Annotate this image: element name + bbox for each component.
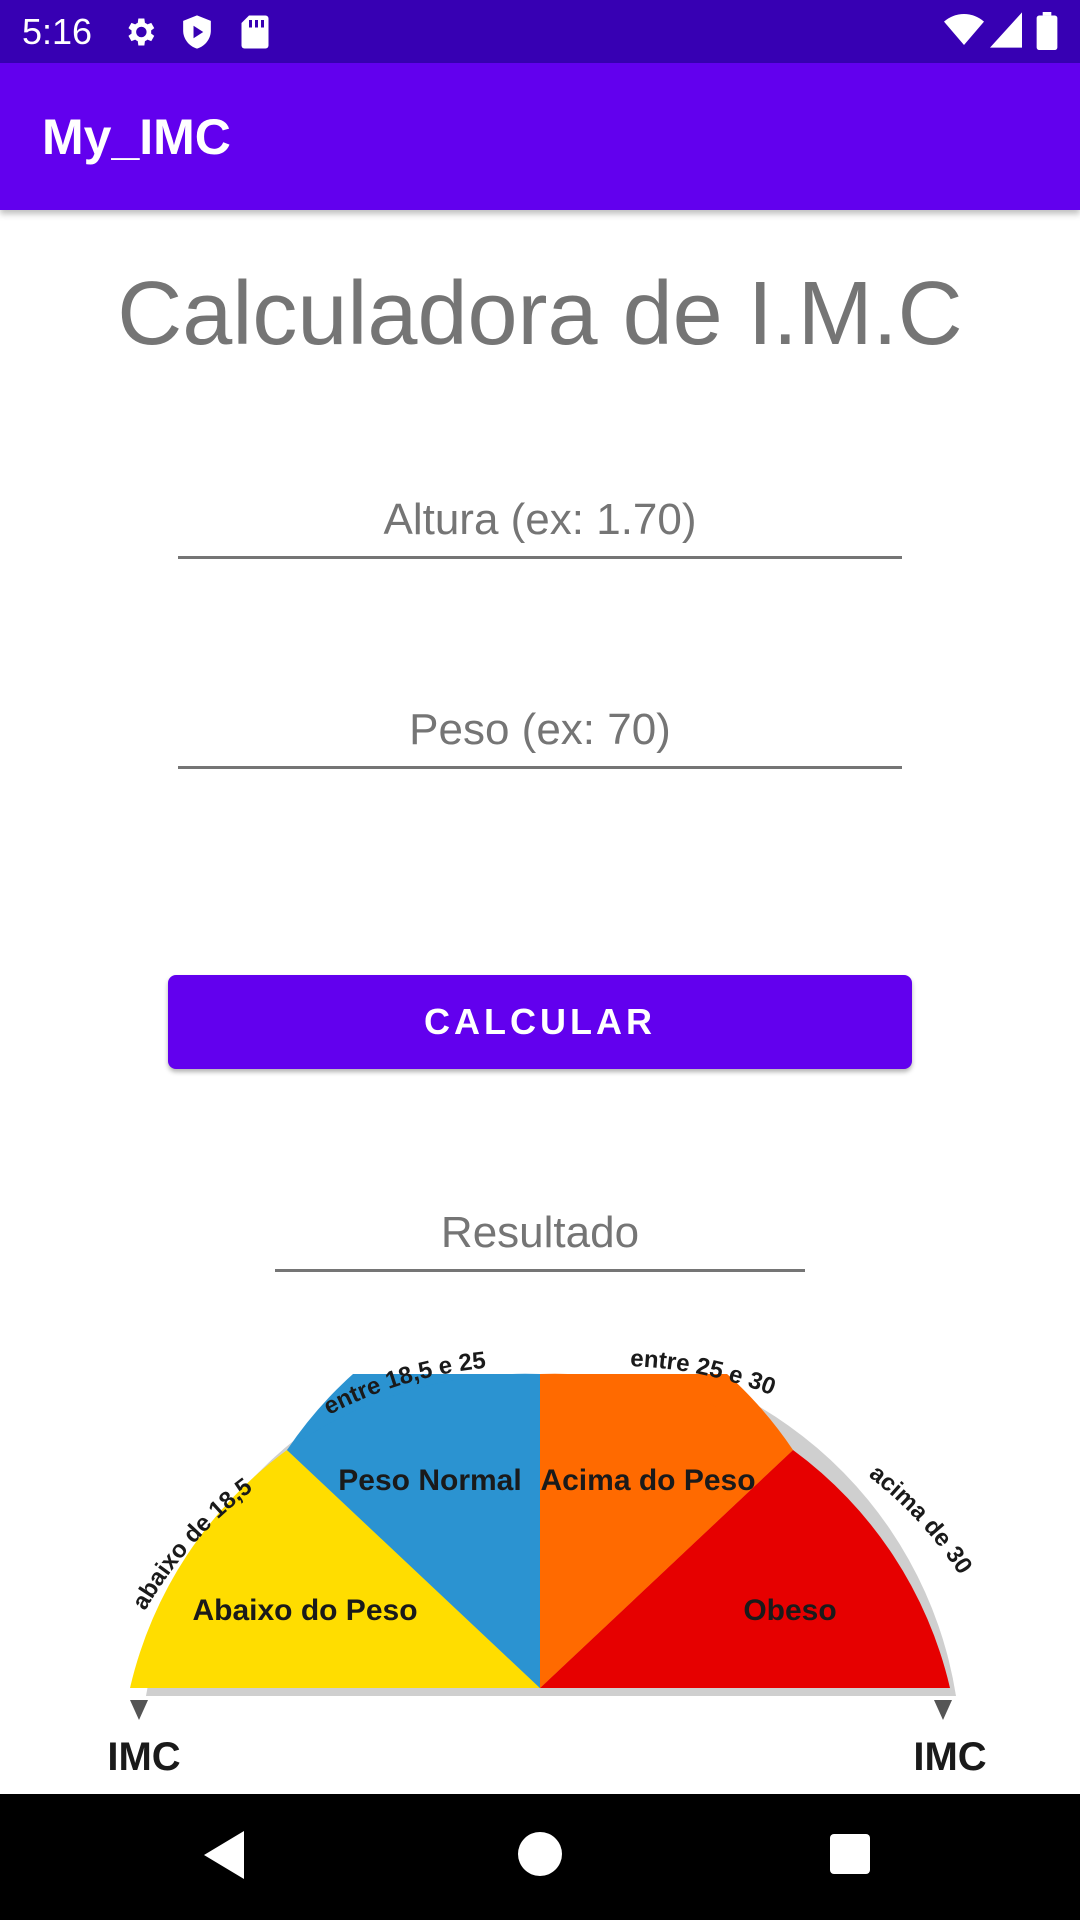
gauge-label-obeso: Obeso xyxy=(743,1594,836,1627)
sd-card-icon xyxy=(241,15,269,49)
calcular-button[interactable]: CALCULAR xyxy=(168,975,912,1069)
navigation-bar xyxy=(0,1794,1080,1920)
back-icon[interactable] xyxy=(204,1830,244,1880)
status-time: 5:16 xyxy=(22,11,93,52)
page-title: Calculadora de I.M.C xyxy=(117,264,963,364)
battery-icon xyxy=(1036,12,1058,50)
gauge-label-abaixo: Abaixo do Peso xyxy=(192,1594,417,1627)
left-imc-label: IMC xyxy=(107,1735,180,1779)
imc-gauge-image: Abaixo do Peso Peso Normal Acima do Peso… xyxy=(100,1340,1000,1779)
gear-icon xyxy=(128,18,155,46)
gauge-label-acima: Acima do Peso xyxy=(540,1464,755,1497)
left-marker-arrow-icon xyxy=(130,1700,148,1720)
wifi-icon xyxy=(944,14,984,45)
right-imc-label: IMC xyxy=(913,1735,986,1779)
app-title: My_IMC xyxy=(42,109,231,165)
recents-icon[interactable] xyxy=(830,1834,870,1874)
gauge-label-normal: Peso Normal xyxy=(338,1464,521,1497)
right-marker-arrow-icon xyxy=(934,1700,952,1720)
app-bar: My_IMC xyxy=(0,63,1080,210)
altura-input[interactable] xyxy=(178,484,902,559)
resultado-field xyxy=(275,1197,805,1272)
shield-play-icon xyxy=(183,15,211,49)
peso-input[interactable] xyxy=(178,694,902,769)
home-icon[interactable] xyxy=(518,1832,562,1876)
signal-icon xyxy=(990,12,1022,48)
status-bar: 5:16 xyxy=(0,0,1080,63)
